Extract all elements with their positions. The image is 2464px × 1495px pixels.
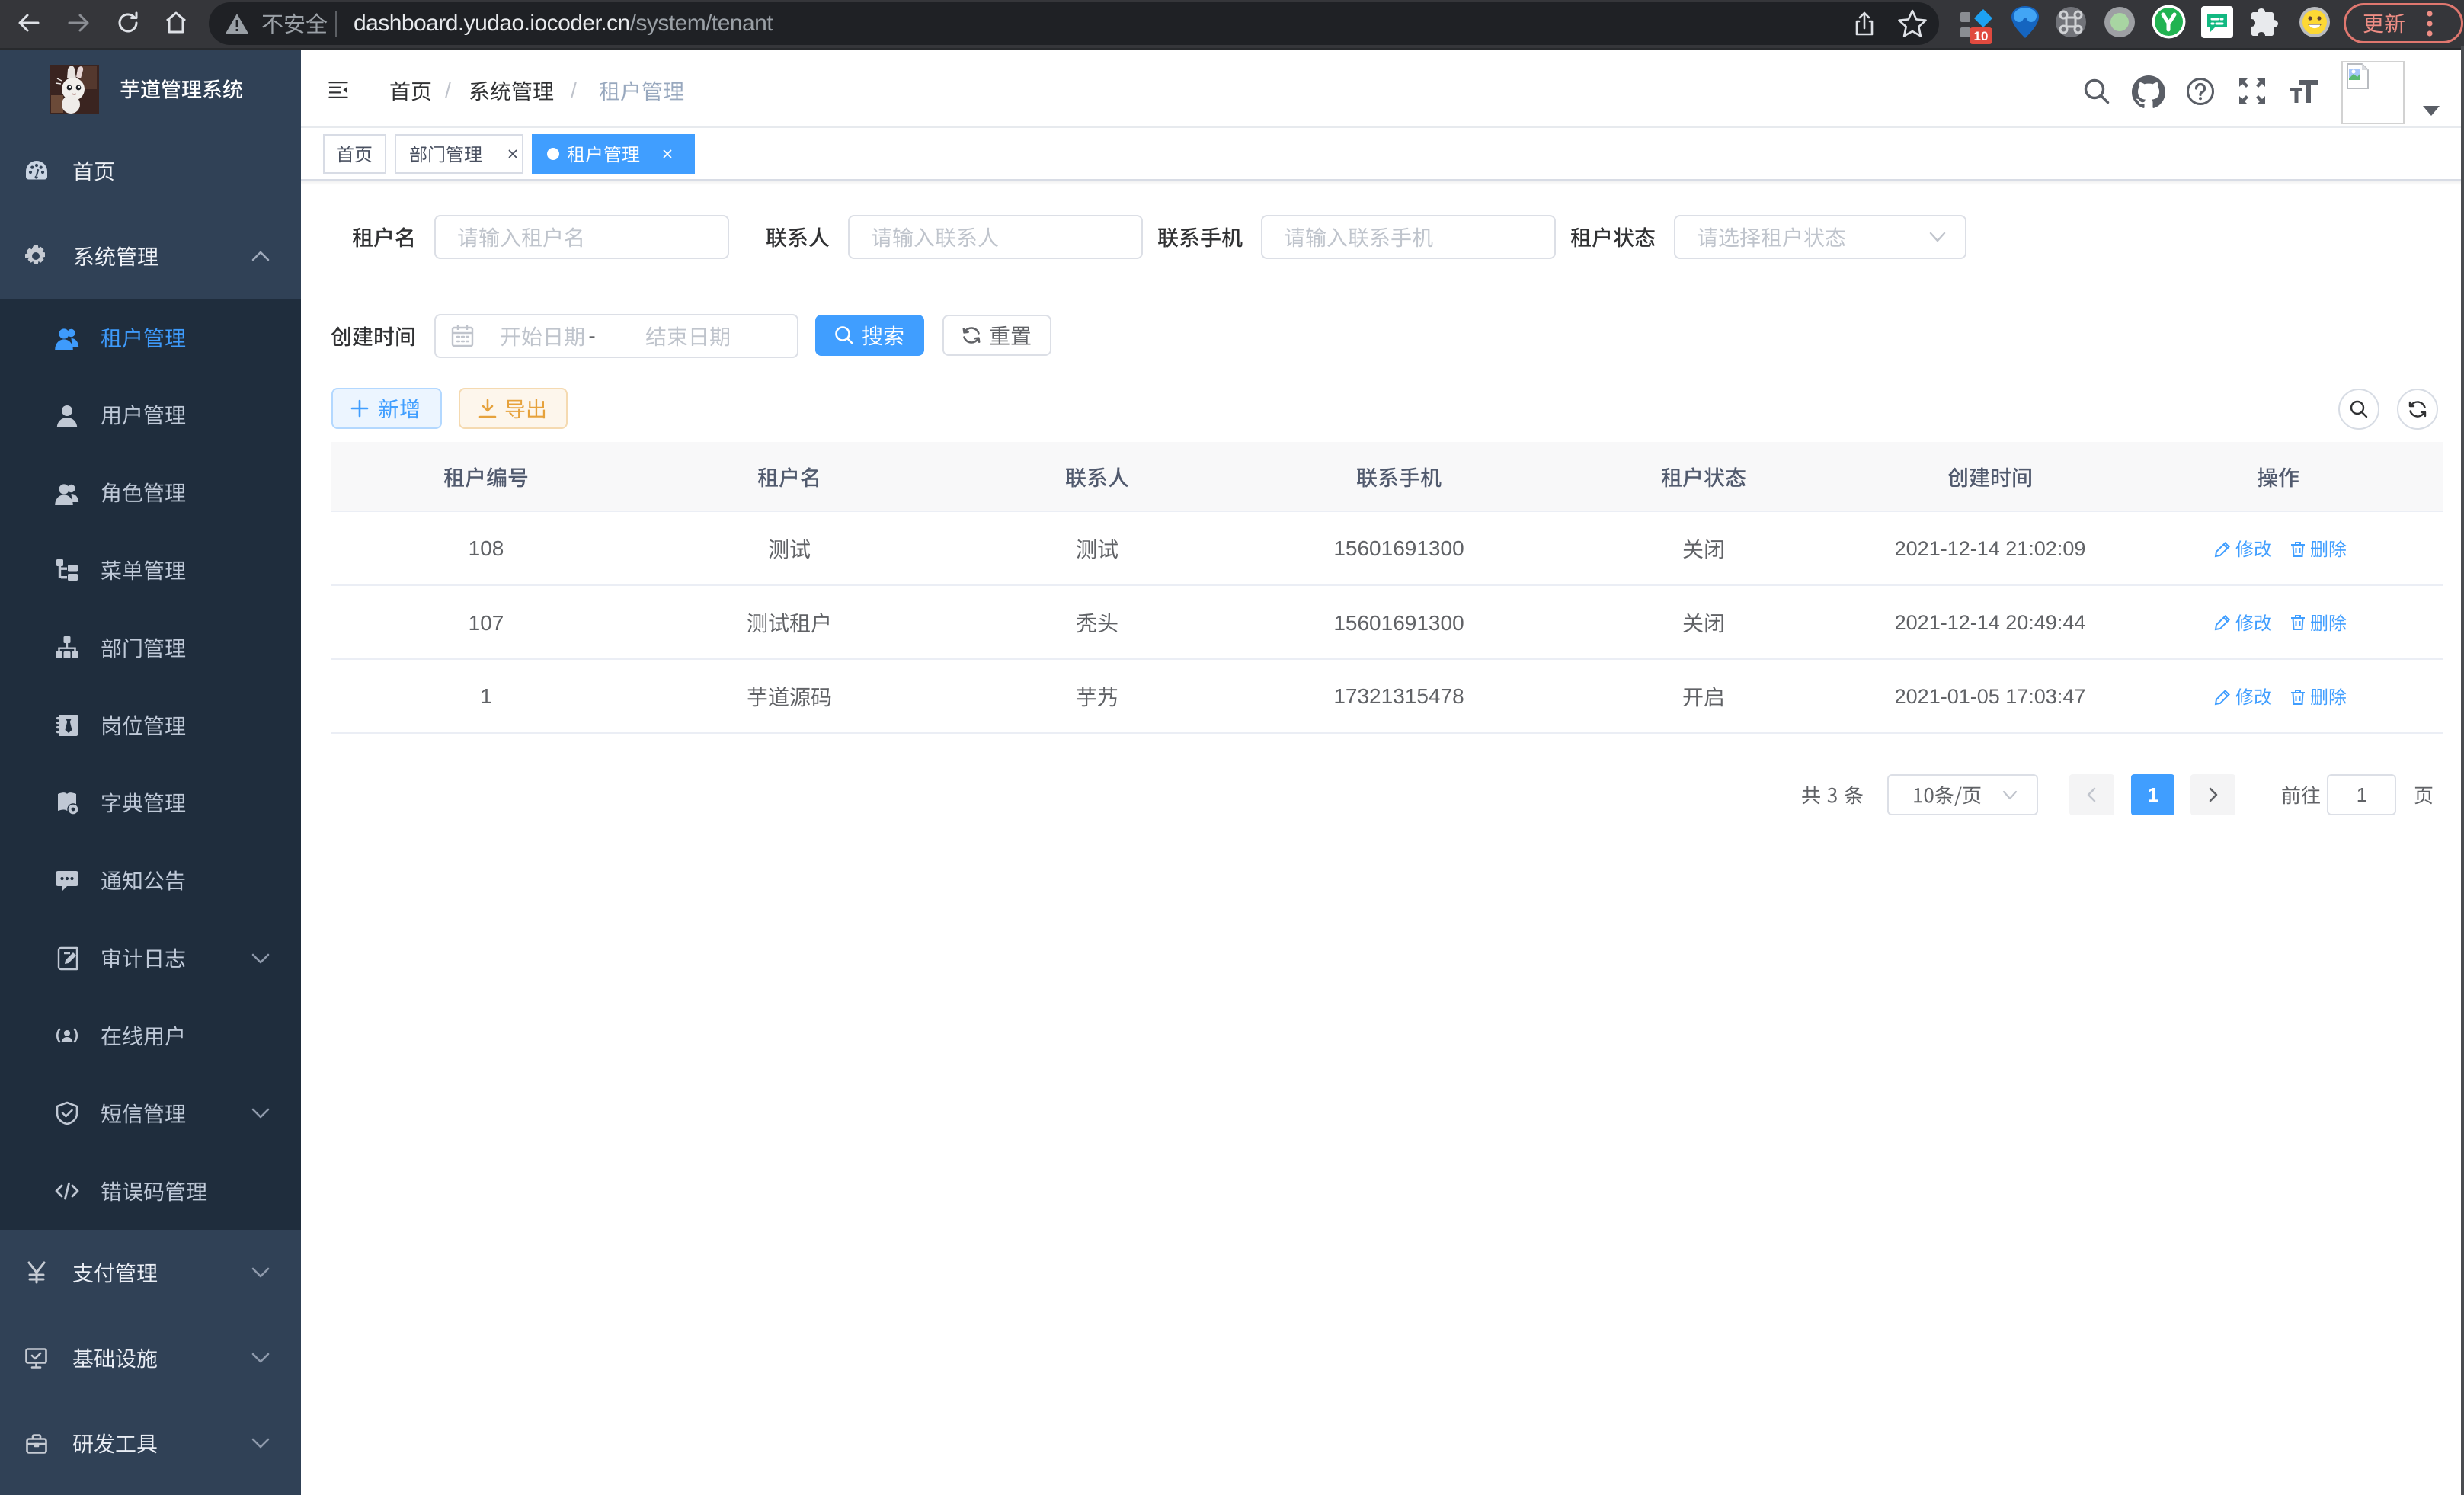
- svg-text:10: 10: [1974, 29, 1989, 43]
